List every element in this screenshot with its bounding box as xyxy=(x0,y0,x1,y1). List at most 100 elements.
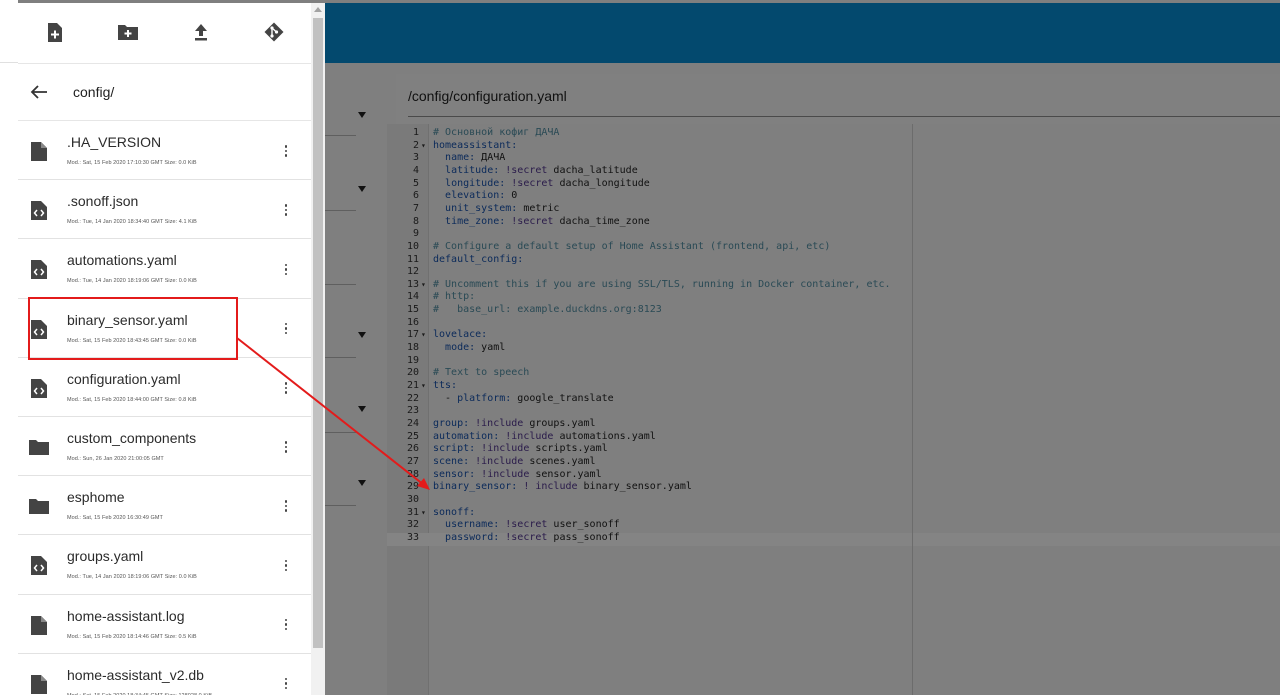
more-vert-icon[interactable] xyxy=(278,617,294,633)
more-vert-icon[interactable] xyxy=(278,380,294,396)
file-item[interactable]: configuration.yaml Mod.: Sat, 15 Feb 2020… xyxy=(18,358,311,417)
line-number: 7 xyxy=(412,202,419,214)
code-line[interactable]: 13 ▾ # Uncomment this if you are using SSL… xyxy=(387,279,1280,292)
code-line[interactable]: 6 elevation: 0 xyxy=(387,190,1280,203)
code-token: unit_system: xyxy=(445,202,518,214)
code-line[interactable]: 15 # base_url: example.duckdns.org:8123 xyxy=(387,304,1280,317)
more-vert-icon[interactable] xyxy=(278,498,294,514)
file-item[interactable]: custom_components Mod.: Sun, 26 Jan 2020 … xyxy=(18,417,311,477)
code-line[interactable]: 5 longitude: !secret dacha_longitude xyxy=(387,178,1280,191)
code-line[interactable]: 1 # Основной кофиг ДАЧА xyxy=(387,127,1280,140)
code-text: scene: !include scenes.yaml xyxy=(433,456,596,469)
code-line[interactable]: 19 xyxy=(387,355,1280,368)
scroll-up-arrow-icon[interactable] xyxy=(314,7,322,12)
file-name: groups.yaml xyxy=(67,548,144,565)
dropdown-caret-icon[interactable] xyxy=(358,112,366,118)
code-token: lovelace: xyxy=(433,329,488,341)
code-line[interactable]: 4 latitude: !secret dacha_latitude xyxy=(387,165,1280,178)
more-vert-icon[interactable] xyxy=(278,676,294,692)
code-text: group: !include groups.yaml xyxy=(433,418,596,431)
line-number: 11 xyxy=(406,253,419,265)
more-vert-icon[interactable] xyxy=(278,202,294,218)
more-vert-icon[interactable] xyxy=(278,261,294,277)
fold-toggle-icon[interactable]: ▾ xyxy=(421,507,429,520)
code-line[interactable]: 27 scene: !include scenes.yaml xyxy=(387,456,1280,469)
code-text: name: ДАЧА xyxy=(433,152,505,165)
code-line[interactable]: 31 ▾ sonoff: xyxy=(387,507,1280,520)
file-item[interactable]: groups.yaml Mod.: Tue, 14 Jan 2020 18:19:… xyxy=(18,535,311,595)
line-number: 28 xyxy=(406,468,419,480)
code-text: unit_system: metric xyxy=(433,203,559,216)
code-line[interactable]: 10 # Configure a default setup of Home As… xyxy=(387,241,1280,254)
file-item[interactable]: home-assistant_v2.dbMod.: Sat, 15 Feb 20… xyxy=(18,654,311,695)
git-button[interactable] xyxy=(263,21,285,43)
code-line[interactable]: 12 xyxy=(387,266,1280,279)
code-line[interactable]: 23 xyxy=(387,405,1280,418)
code-line[interactable]: 33 password: !secret pass_sonoff xyxy=(387,532,1280,545)
more-vert-icon[interactable] xyxy=(278,143,294,159)
code-token: dacha_latitude xyxy=(547,164,638,176)
file-item[interactable]: .sonoff.json Mod.: Tue, 14 Jan 2020 18:34… xyxy=(18,180,311,240)
more-vert-icon[interactable] xyxy=(278,439,294,455)
file-name: .HA_VERSION xyxy=(67,134,162,150)
file-item[interactable]: esphome Mod.: Sat, 15 Feb 2020 16:30:49 G… xyxy=(18,476,311,536)
fold-toggle-icon[interactable]: ▾ xyxy=(421,329,429,342)
dropdown-caret-icon[interactable] xyxy=(358,332,366,338)
scrollbar-thumb[interactable] xyxy=(313,18,323,648)
upload-button[interactable] xyxy=(190,21,212,43)
code-token: !secret xyxy=(499,164,548,176)
code-line[interactable]: 22 - platform: google_translate xyxy=(387,393,1280,406)
dropdown-caret-icon[interactable] xyxy=(358,480,366,486)
code-file-icon xyxy=(31,260,47,280)
code-line[interactable]: 7 unit_system: metric xyxy=(387,203,1280,216)
folder-icon xyxy=(29,498,49,515)
code-token: yaml xyxy=(475,342,506,354)
code-text: lovelace: xyxy=(433,329,487,342)
code-token: !include xyxy=(475,468,530,480)
file-name: esphome xyxy=(67,489,125,506)
code-line[interactable]: 3 name: ДАЧА xyxy=(387,152,1280,165)
code-text: script: !include scripts.yaml xyxy=(433,443,608,456)
code-line[interactable]: 28 sensor: !include sensor.yaml xyxy=(387,469,1280,482)
file-name: .sonoff.json xyxy=(67,193,139,210)
code-line[interactable]: 21 ▾ tts: xyxy=(387,380,1280,393)
code-line[interactable]: 16 xyxy=(387,317,1280,330)
code-line[interactable]: 30 xyxy=(387,494,1280,507)
new-folder-button[interactable] xyxy=(117,21,139,43)
code-line[interactable]: 25 automation: !include automations.yaml xyxy=(387,431,1280,444)
code-line[interactable]: 8 time_zone: !secret dacha_time_zone xyxy=(387,216,1280,229)
code-line[interactable]: 26 script: !include scripts.yaml xyxy=(387,443,1280,456)
file-item[interactable]: home-assistant.log Mod.: Sat, 15 Feb 2020… xyxy=(18,595,311,654)
code-line[interactable]: 17 ▾ lovelace: xyxy=(387,329,1280,342)
code-token: !secret xyxy=(499,519,548,531)
code-token: binary_sensor.yaml xyxy=(577,481,692,493)
code-line[interactable]: 20 # Text to speech xyxy=(387,367,1280,380)
new-file-button[interactable] xyxy=(44,21,66,43)
fold-toggle-icon[interactable]: ▾ xyxy=(421,140,429,153)
code-token: !secret xyxy=(499,531,548,543)
line-number: 5 xyxy=(412,177,419,189)
fold-toggle-icon[interactable]: ▾ xyxy=(421,279,429,292)
code-line[interactable]: 2 ▾ homeassistant: xyxy=(387,140,1280,153)
line-number: 15 xyxy=(406,304,419,316)
code-line[interactable]: 24 group: !include groups.yaml xyxy=(387,418,1280,431)
code-line[interactable]: 29 binary_sensor: ! include binary_sensor… xyxy=(387,481,1280,494)
more-vert-icon[interactable] xyxy=(278,321,294,337)
file-item[interactable]: automations.yaml Mod.: Tue, 14 Jan 2020 1… xyxy=(18,239,311,299)
code-line[interactable]: 18 mode: yaml xyxy=(387,342,1280,355)
code-token: # Text to speech xyxy=(433,367,530,379)
code-line[interactable]: 14 # http: xyxy=(387,291,1280,304)
dropdown-caret-icon[interactable] xyxy=(358,186,366,192)
code-line[interactable]: 32 username: !secret user_sonoff xyxy=(387,519,1280,532)
line-number: 24 xyxy=(406,417,419,429)
line-number: 10 xyxy=(406,240,419,252)
back-arrow-icon[interactable] xyxy=(30,84,48,100)
fold-toggle-icon[interactable]: ▾ xyxy=(421,380,429,393)
dropdown-caret-icon[interactable] xyxy=(358,406,366,412)
code-line[interactable]: 9 xyxy=(387,228,1280,241)
more-vert-icon[interactable] xyxy=(278,557,294,573)
file-item[interactable]: .HA_VERSION Mod.: Sat, 15 Feb 2020 17:10:… xyxy=(18,121,311,181)
code-line[interactable]: 11 default_config: xyxy=(387,254,1280,267)
